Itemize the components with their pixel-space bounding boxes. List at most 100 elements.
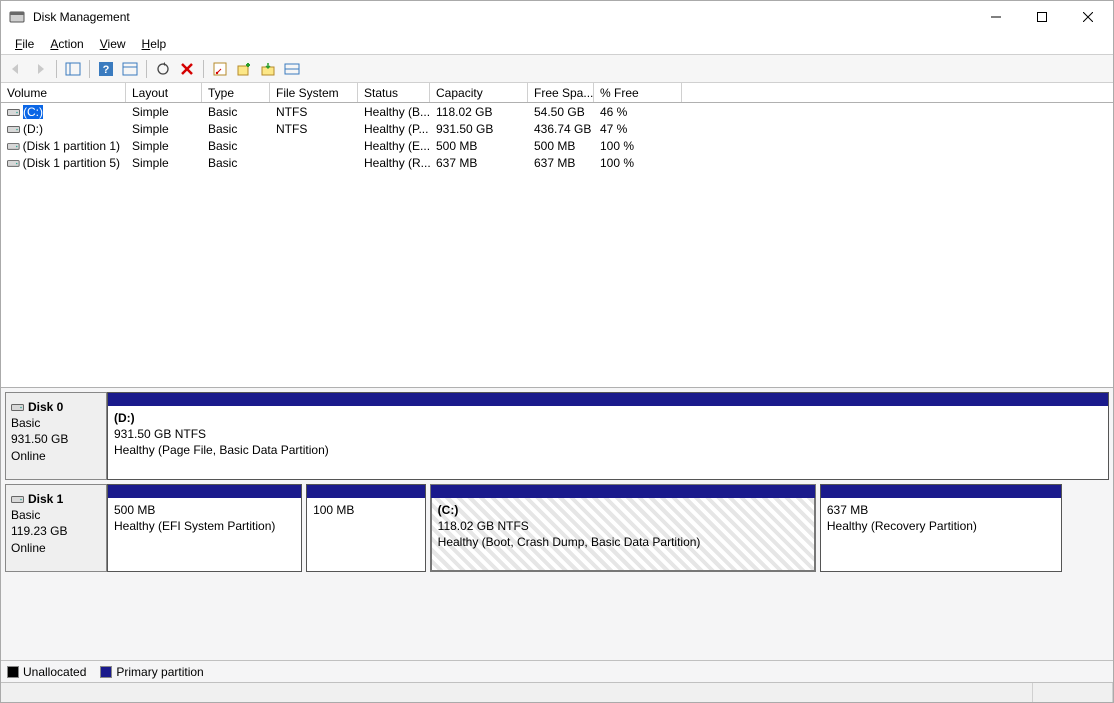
volume-layout: Simple xyxy=(126,122,202,136)
volume-list[interactable]: (C:)SimpleBasicNTFSHealthy (B...118.02 G… xyxy=(1,103,1113,388)
volume-freespace: 500 MB xyxy=(528,139,594,153)
volume-freespace: 54.50 GB xyxy=(528,105,594,119)
partition-size: 931.50 GB NTFS xyxy=(114,426,1102,442)
volume-freespace: 637 MB xyxy=(528,156,594,170)
toolbar: ? xyxy=(1,55,1113,83)
volume-filesystem: NTFS xyxy=(270,105,358,119)
volume-capacity: 931.50 GB xyxy=(430,122,528,136)
menu-view[interactable]: View xyxy=(92,35,134,53)
partition[interactable]: 637 MB Healthy (Recovery Partition) xyxy=(820,484,1062,572)
partition-desc: Healthy (EFI System Partition) xyxy=(114,518,295,534)
volume-layout: Simple xyxy=(126,105,202,119)
disk-name: Disk 0 xyxy=(28,399,63,415)
legend-primary-label: Primary partition xyxy=(116,665,203,679)
disk-partitions: (D:) 931.50 GB NTFS Healthy (Page File, … xyxy=(107,392,1109,480)
volume-row[interactable]: (C:)SimpleBasicNTFSHealthy (B...118.02 G… xyxy=(1,103,1113,120)
back-icon[interactable] xyxy=(5,58,27,80)
volume-type: Basic xyxy=(202,156,270,170)
volume-capacity: 118.02 GB xyxy=(430,105,528,119)
partition-color-bar xyxy=(307,485,425,498)
disk-size: 119.23 GB xyxy=(11,523,101,539)
volume-status: Healthy (R... xyxy=(358,156,430,170)
menu-action[interactable]: Action xyxy=(42,35,91,53)
detach-vhd-icon[interactable] xyxy=(281,58,303,80)
volume-status: Healthy (P... xyxy=(358,122,430,136)
partition-color-bar xyxy=(108,393,1108,406)
disk-row: Disk 0 Basic 931.50 GB Online (D:) 931.5… xyxy=(5,392,1109,480)
refresh-icon[interactable] xyxy=(152,58,174,80)
show-hide-tree-icon[interactable] xyxy=(62,58,84,80)
menu-help[interactable]: Help xyxy=(134,35,175,53)
partition-desc: Healthy (Page File, Basic Data Partition… xyxy=(114,442,1102,458)
volume-column-headers: Volume Layout Type File System Status Ca… xyxy=(1,83,1113,103)
disk-graphical-view[interactable]: Disk 0 Basic 931.50 GB Online (D:) 931.5… xyxy=(1,388,1113,660)
legend-primary-swatch xyxy=(100,666,112,678)
forward-icon[interactable] xyxy=(29,58,51,80)
maximize-button[interactable] xyxy=(1019,2,1065,32)
volume-freespace: 436.74 GB xyxy=(528,122,594,136)
col-filesystem[interactable]: File System xyxy=(270,83,358,102)
disk-type: Basic xyxy=(11,415,101,431)
volume-type: Basic xyxy=(202,105,270,119)
volume-filesystem: NTFS xyxy=(270,122,358,136)
disk-status: Online xyxy=(11,540,101,556)
new-volume-icon[interactable] xyxy=(233,58,255,80)
svg-text:?: ? xyxy=(103,64,110,76)
volume-name: (Disk 1 partition 1) xyxy=(23,139,120,153)
partition-color-bar xyxy=(821,485,1061,498)
volume-pctfree: 100 % xyxy=(594,139,682,153)
volume-layout: Simple xyxy=(126,156,202,170)
volume-name: (Disk 1 partition 5) xyxy=(23,156,120,170)
volume-name: (C:) xyxy=(23,105,43,119)
partition[interactable]: (C:) 118.02 GB NTFS Healthy (Boot, Crash… xyxy=(430,484,816,572)
disk-row: Disk 1 Basic 119.23 GB Online 500 MB Hea… xyxy=(5,484,1109,572)
delete-icon[interactable] xyxy=(176,58,198,80)
menu-file[interactable]: File xyxy=(7,35,42,53)
legend: Unallocated Primary partition xyxy=(1,660,1113,682)
partition-size: 118.02 GB NTFS xyxy=(438,518,808,534)
disk-type: Basic xyxy=(11,507,101,523)
col-volume[interactable]: Volume xyxy=(1,83,126,102)
partition-label: (C:) xyxy=(438,502,808,518)
volume-layout: Simple xyxy=(126,139,202,153)
partition[interactable]: 500 MB Healthy (EFI System Partition) xyxy=(107,484,302,572)
col-freespace[interactable]: Free Spa... xyxy=(528,83,594,102)
col-pctfree[interactable]: % Free xyxy=(594,83,682,102)
partition-color-bar xyxy=(108,485,301,498)
disk-partitions: 500 MB Healthy (EFI System Partition) 10… xyxy=(107,484,1109,572)
partition-label: (D:) xyxy=(114,410,1102,426)
volume-row[interactable]: (Disk 1 partition 1)SimpleBasicHealthy (… xyxy=(1,137,1113,154)
partition[interactable]: 100 MB xyxy=(306,484,426,572)
volume-type: Basic xyxy=(202,122,270,136)
disk-status: Online xyxy=(11,448,101,464)
col-layout[interactable]: Layout xyxy=(126,83,202,102)
properties-icon[interactable] xyxy=(209,58,231,80)
volume-capacity: 637 MB xyxy=(430,156,528,170)
volume-capacity: 500 MB xyxy=(430,139,528,153)
volume-pctfree: 100 % xyxy=(594,156,682,170)
volume-pctfree: 47 % xyxy=(594,122,682,136)
disk-info[interactable]: Disk 1 Basic 119.23 GB Online xyxy=(5,484,107,572)
col-capacity[interactable]: Capacity xyxy=(430,83,528,102)
settings-icon[interactable] xyxy=(119,58,141,80)
volume-row[interactable]: (D:) SimpleBasicNTFSHealthy (P...931.50 G… xyxy=(1,120,1113,137)
disk-size: 931.50 GB xyxy=(11,431,101,447)
disk-name: Disk 1 xyxy=(28,491,63,507)
close-button[interactable] xyxy=(1065,2,1111,32)
help-icon[interactable]: ? xyxy=(95,58,117,80)
attach-vhd-icon[interactable] xyxy=(257,58,279,80)
window-title: Disk Management xyxy=(33,10,130,24)
partition-color-bar xyxy=(431,485,815,498)
col-type[interactable]: Type xyxy=(202,83,270,102)
volume-type: Basic xyxy=(202,139,270,153)
disk-info[interactable]: Disk 0 Basic 931.50 GB Online xyxy=(5,392,107,480)
status-bar xyxy=(1,682,1113,702)
minimize-button[interactable] xyxy=(973,2,1019,32)
volume-row[interactable]: (Disk 1 partition 5) SimpleBasic Healthy (… xyxy=(1,154,1113,171)
volume-name: (D:) xyxy=(23,122,43,136)
partition-desc: Healthy (Boot, Crash Dump, Basic Data Pa… xyxy=(438,534,808,550)
col-status[interactable]: Status xyxy=(358,83,430,102)
partition[interactable]: (D:) 931.50 GB NTFS Healthy (Page File, … xyxy=(107,392,1109,480)
partition-desc: Healthy (Recovery Partition) xyxy=(827,518,1055,534)
titlebar: Disk Management xyxy=(1,1,1113,33)
